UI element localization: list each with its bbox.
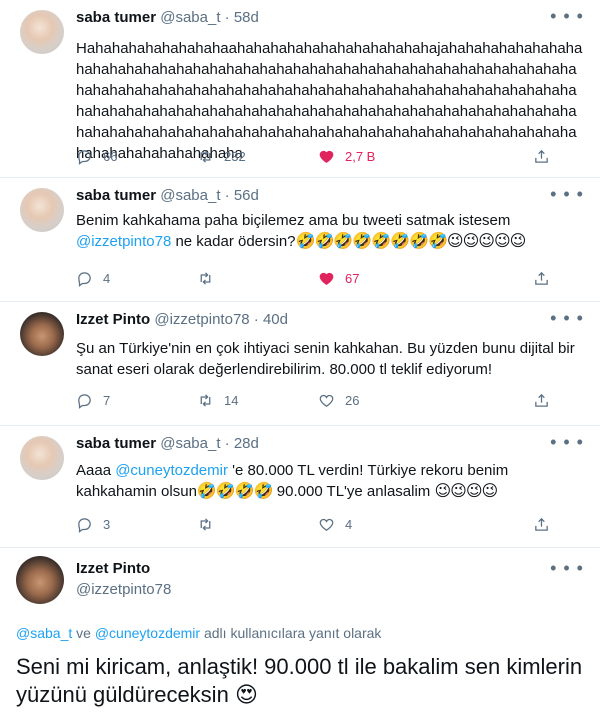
timestamp[interactable]: 56d <box>234 187 259 204</box>
author-name[interactable]: saba tumer <box>76 187 156 204</box>
retweet-icon <box>197 148 214 165</box>
like-button[interactable]: 4 <box>318 516 439 533</box>
tweet-text-part: Benim kahkahama paha biçilemez ama bu tw… <box>76 212 511 229</box>
avatar[interactable] <box>16 556 64 604</box>
heart-icon <box>318 148 335 165</box>
reply-button[interactable]: 3 <box>76 516 197 533</box>
share-button[interactable] <box>533 270 560 287</box>
avatar[interactable] <box>20 312 64 356</box>
author-name[interactable]: saba tumer <box>76 435 156 452</box>
share-button[interactable] <box>533 392 560 409</box>
author-handle[interactable]: @izzetpinto78 <box>154 311 249 328</box>
retweet-count: 14 <box>224 393 239 408</box>
reply-icon <box>76 516 93 533</box>
like-count: 26 <box>345 393 360 408</box>
separator-dot: · <box>224 435 230 452</box>
share-icon <box>533 270 550 287</box>
avatar[interactable] <box>20 10 64 54</box>
reply-count: 7 <box>103 393 111 408</box>
tweet-text-part: Aaaa <box>76 462 116 479</box>
mention-link[interactable]: @izzetpinto78 <box>76 233 171 250</box>
author-handle[interactable]: @saba_t <box>160 187 220 204</box>
share-icon <box>533 516 550 533</box>
share-button[interactable] <box>533 148 560 165</box>
tweet-text: Aaaa @cuneytozdemir 'e 80.000 TL verdin!… <box>76 460 584 502</box>
reply-button[interactable]: 66 <box>76 148 197 165</box>
tweet-4[interactable]: • • • saba tumer @saba_t · 28d Aaaa @cun… <box>0 426 600 548</box>
author-handle[interactable]: @saba_t <box>160 435 220 452</box>
timestamp[interactable]: 58d <box>234 9 259 26</box>
reply-icon <box>76 392 93 409</box>
retweet-icon <box>197 270 214 287</box>
retweet-count: 232 <box>224 149 246 164</box>
tweet-actions: 3 4 <box>76 516 560 533</box>
avatar[interactable] <box>20 436 64 480</box>
main-tweet-body: Seni mi kiricam, anlaştik! 90.000 tl ile… <box>16 654 583 707</box>
reply-count: 66 <box>103 149 118 164</box>
timestamp[interactable]: 28d <box>234 435 259 452</box>
reply-context-text: ve <box>72 625 95 641</box>
heart-icon <box>318 392 335 409</box>
tweet-actions: 4 67 <box>76 270 560 287</box>
mention-link[interactable]: @saba_t <box>16 625 72 641</box>
main-tweet-text: Seni mi kiricam, anlaştik! 90.000 tl ile… <box>16 653 590 709</box>
retweet-icon <box>197 392 214 409</box>
retweet-button[interactable]: 14 <box>197 392 318 409</box>
tweet-3[interactable]: • • • Izzet Pinto @izzetpinto78 · 40d Şu… <box>0 302 600 426</box>
tweet-text-part: 90.000 TL'ye anlasalim <box>272 483 435 500</box>
emoji-run: 🤣🤣🤣🤣🤣🤣🤣🤣😉😉😉😉😉 <box>295 233 527 250</box>
separator-dot: · <box>224 187 230 204</box>
emoji-run: 🤣🤣🤣🤣 <box>196 483 274 500</box>
more-icon[interactable]: • • • <box>550 559 584 577</box>
author-name[interactable]: saba tumer <box>76 9 156 26</box>
share-icon <box>533 148 550 165</box>
tweet-text-part: ne kadar ödersin? <box>171 233 296 250</box>
mention-link[interactable]: @cuneytozdemir <box>115 462 228 479</box>
retweet-button[interactable] <box>197 516 318 533</box>
separator-dot: · <box>253 311 259 328</box>
retweet-button[interactable]: 232 <box>197 148 318 165</box>
separator-dot: · <box>224 9 230 26</box>
reply-context-text: adlı kullanıcılara yanıt olarak <box>200 625 382 641</box>
retweet-icon <box>197 516 214 533</box>
timestamp[interactable]: 40d <box>263 311 288 328</box>
reply-count: 3 <box>103 517 111 532</box>
author-name[interactable]: Izzet Pinto <box>76 560 171 577</box>
author-handle[interactable]: @izzetpinto78 <box>76 581 171 598</box>
mention-link[interactable]: @cuneytozdemir <box>95 625 200 641</box>
tweet-text: Benim kahkahama paha biçilemez ama bu tw… <box>76 210 584 252</box>
share-button[interactable] <box>533 516 560 533</box>
like-count: 2,7 B <box>345 149 376 164</box>
author-name[interactable]: Izzet Pinto <box>76 311 150 328</box>
tweet-2[interactable]: • • • saba tumer @saba_t · 56d Benim kah… <box>0 178 600 302</box>
heart-icon <box>318 270 335 287</box>
reply-button[interactable]: 7 <box>76 392 197 409</box>
author-handle[interactable]: @saba_t <box>160 9 220 26</box>
like-count: 67 <box>345 271 360 286</box>
reply-button[interactable]: 4 <box>76 270 197 287</box>
like-button[interactable]: 67 <box>318 270 439 287</box>
tweet-1[interactable]: • • • saba tumer @saba_t · 58d Hahahahah… <box>0 0 600 178</box>
like-count: 4 <box>345 517 353 532</box>
reply-icon <box>76 148 93 165</box>
retweet-button[interactable] <box>197 270 318 287</box>
emoji: 😍 <box>234 682 258 707</box>
tweet-actions: 66 232 2,7 B <box>76 148 560 165</box>
tweet-actions: 7 14 26 <box>76 392 560 409</box>
tweet-text: Hahahahahahahahahaahahahahahahahahahahah… <box>76 40 583 162</box>
like-button[interactable]: 2,7 B <box>318 148 439 165</box>
reply-icon <box>76 270 93 287</box>
reply-context: @saba_t ve @cuneytozdemir adlı kullanıcı… <box>16 625 381 641</box>
share-icon <box>533 392 550 409</box>
avatar[interactable] <box>20 188 64 232</box>
like-button[interactable]: 26 <box>318 392 439 409</box>
emoji-run: 😉😉😉😉 <box>434 483 498 500</box>
reply-count: 4 <box>103 271 111 286</box>
heart-icon <box>318 516 335 533</box>
tweet-text: Şu an Türkiye'nin en çok ihtiyaci senin … <box>76 340 575 378</box>
